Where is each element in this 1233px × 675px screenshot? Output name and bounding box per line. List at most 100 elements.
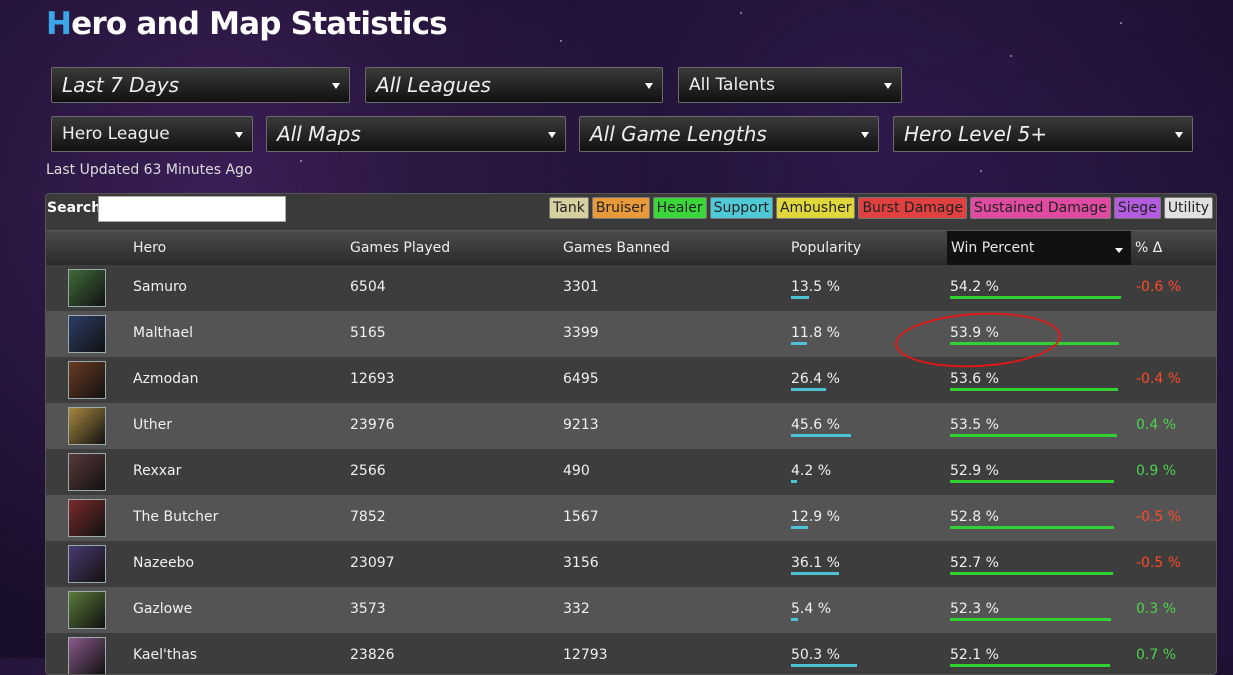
hero-avatar [68, 545, 106, 583]
role-filter-bruiser[interactable]: Bruiser [591, 197, 650, 219]
leagues-dropdown[interactable]: All Leagues [365, 67, 663, 103]
popularity-bar [791, 342, 807, 345]
popularity-value: 26.4 % [791, 371, 840, 387]
hero-name: Kael'thas [133, 647, 198, 663]
table-row[interactable]: Samuro 6504 3301 13.5 % 54.2 % -0.6 % [46, 265, 1216, 311]
column-win-percent[interactable]: Win Percent [947, 231, 1131, 266]
table-row[interactable]: Uther 23976 9213 45.6 % 53.5 % 0.4 % [46, 403, 1216, 449]
popularity-value: 4.2 % [791, 463, 832, 479]
games-banned: 332 [563, 601, 590, 617]
hero-level-label: Hero Level 5+ [904, 122, 1048, 146]
stats-table-panel: Search: Tank Bruiser Healer Support Ambusher… [45, 193, 1217, 675]
table-row[interactable]: The Butcher 7852 1567 12.9 % 52.8 % -0.5 % [46, 495, 1216, 541]
win-percent-value: 52.3 % [950, 601, 999, 617]
win-percent-value: 52.9 % [950, 463, 999, 479]
time-range-dropdown[interactable]: Last 7 Days [51, 67, 350, 103]
popularity-value: 5.4 % [791, 601, 832, 617]
role-filter-siege[interactable]: Siege [1113, 197, 1161, 219]
popularity-bar [791, 480, 797, 483]
role-filter-utility[interactable]: Utility [1163, 197, 1213, 219]
hero-avatar [68, 499, 106, 537]
chevron-down-icon [884, 83, 892, 89]
hero-name: Nazeebo [133, 555, 195, 571]
popularity-value: 11.8 % [791, 325, 840, 341]
role-filter-support[interactable]: Support [709, 197, 773, 219]
games-banned: 1567 [563, 509, 599, 525]
role-filter-sustained-damage[interactable]: Sustained Damage [970, 197, 1111, 219]
search-input[interactable] [98, 196, 286, 222]
hero-avatar [68, 315, 106, 353]
role-filter-tank[interactable]: Tank [549, 197, 589, 219]
table-row[interactable]: Gazlowe 3573 332 5.4 % 52.3 % 0.3 % [46, 587, 1216, 633]
game-lengths-dropdown[interactable]: All Game Lengths [579, 116, 879, 152]
chevron-down-icon [861, 132, 869, 138]
hero-name: Azmodan [133, 371, 199, 387]
column-hero[interactable]: Hero [133, 240, 166, 256]
win-percent-bar [950, 618, 1112, 621]
win-percent-bar [950, 434, 1118, 437]
games-banned: 490 [563, 463, 590, 479]
column-games-played[interactable]: Games Played [350, 240, 450, 256]
win-delta-value: 0.3 % [1136, 601, 1177, 617]
hero-avatar [68, 637, 106, 674]
hero-level-dropdown[interactable]: Hero Level 5+ [893, 116, 1193, 152]
win-percent-bar [950, 664, 1111, 667]
win-percent-value: 54.2 % [950, 279, 999, 295]
role-filter-bar: Tank Bruiser Healer Support Ambusher Burst Da… [549, 197, 1213, 219]
column-delta[interactable]: % Δ [1135, 240, 1162, 256]
games-banned: 3301 [563, 279, 599, 295]
hero-name: The Butcher [133, 509, 219, 525]
popularity-value: 45.6 % [791, 417, 840, 433]
win-percent-bar [950, 572, 1114, 575]
game-mode-dropdown[interactable]: Hero League [51, 116, 253, 152]
leagues-label: All Leagues [376, 73, 491, 97]
win-delta-value: 0.9 % [1136, 463, 1177, 479]
talents-dropdown[interactable]: All Talents [678, 67, 902, 103]
background-star [560, 40, 562, 42]
background-star [1010, 55, 1012, 57]
hero-avatar [68, 361, 106, 399]
hero-name: Gazlowe [133, 601, 193, 617]
table-row[interactable]: Azmodan 12693 6495 26.4 % 53.6 % -0.4 % [46, 357, 1216, 403]
hero-name: Malthael [133, 325, 193, 341]
popularity-bar [791, 526, 809, 529]
maps-label: All Maps [277, 122, 361, 146]
games-banned: 9213 [563, 417, 599, 433]
table-row[interactable]: Rexxar 2566 490 4.2 % 52.9 % 0.9 % [46, 449, 1216, 495]
win-percent-bar [950, 296, 1121, 299]
hero-name: Rexxar [133, 463, 182, 479]
popularity-bar [791, 434, 852, 437]
column-popularity[interactable]: Popularity [791, 240, 861, 256]
background-star [980, 170, 982, 172]
popularity-value: 36.1 % [791, 555, 840, 571]
hero-avatar [68, 269, 106, 307]
games-banned: 6495 [563, 371, 599, 387]
column-games-banned[interactable]: Games Banned [563, 240, 670, 256]
time-range-label: Last 7 Days [62, 73, 180, 97]
maps-dropdown[interactable]: All Maps [266, 116, 566, 152]
chevron-down-icon [548, 132, 556, 138]
games-played: 5165 [350, 325, 386, 341]
chevron-down-icon [332, 83, 340, 89]
game-lengths-label: All Game Lengths [590, 122, 767, 146]
hero-avatar [68, 407, 106, 445]
games-played: 6504 [350, 279, 386, 295]
games-played: 3573 [350, 601, 386, 617]
role-filter-burst-damage[interactable]: Burst Damage [858, 197, 967, 219]
win-percent-value: 52.7 % [950, 555, 999, 571]
hero-avatar [68, 591, 106, 629]
hero-name: Uther [133, 417, 172, 433]
games-played: 12693 [350, 371, 395, 387]
table-row[interactable]: Nazeebo 23097 3156 36.1 % 52.7 % -0.5 % [46, 541, 1216, 587]
win-delta-value: -0.6 % [1136, 279, 1182, 295]
popularity-bar [791, 388, 826, 391]
table-row[interactable]: Kael'thas 23826 12793 50.3 % 52.1 % 0.7 % [46, 633, 1216, 674]
games-played: 2566 [350, 463, 386, 479]
games-played: 23976 [350, 417, 395, 433]
chevron-down-icon [645, 83, 653, 89]
background-star [1120, 22, 1122, 24]
role-filter-ambusher[interactable]: Ambusher [775, 197, 856, 219]
popularity-value: 13.5 % [791, 279, 840, 295]
role-filter-healer[interactable]: Healer [652, 197, 707, 219]
page-title: Hero and Map Statistics [46, 6, 448, 42]
